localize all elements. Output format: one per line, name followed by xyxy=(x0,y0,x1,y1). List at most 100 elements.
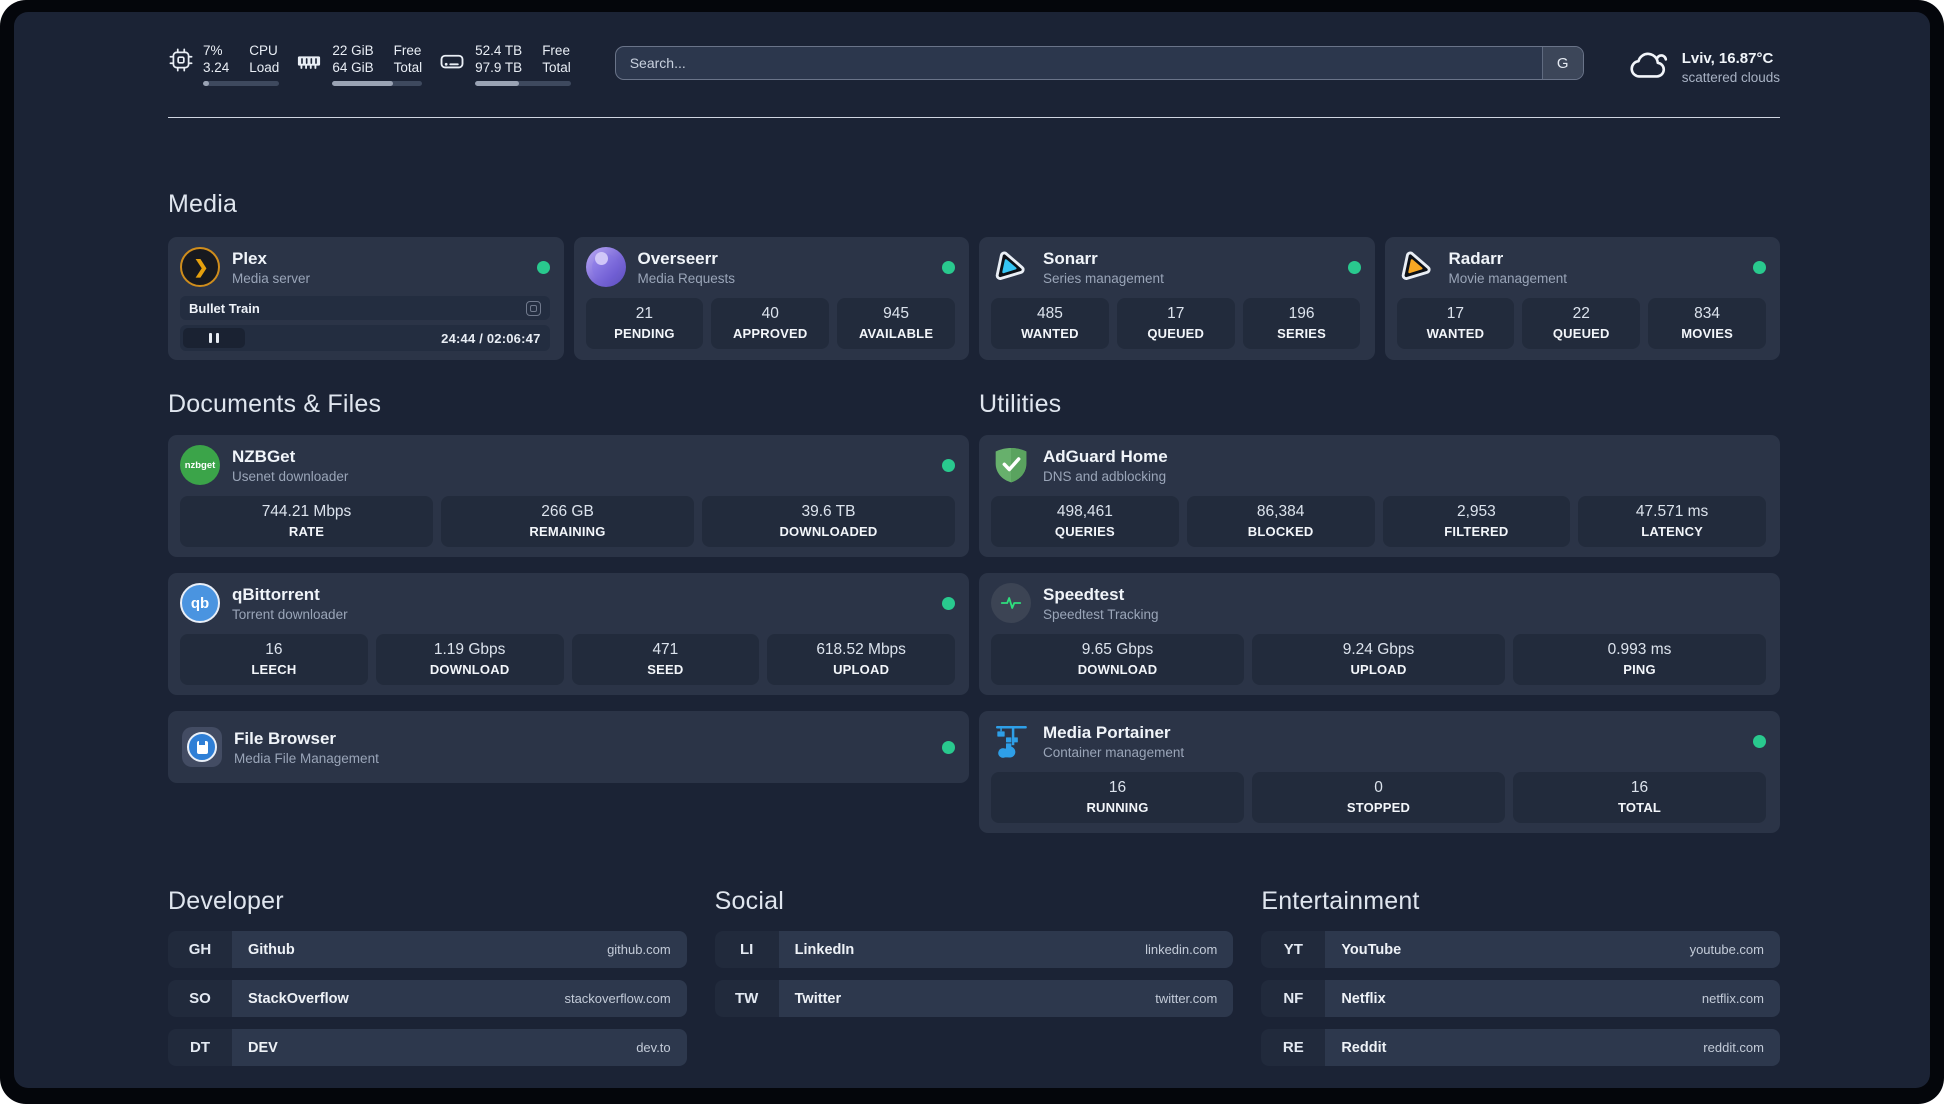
top-bar: 7% 3.24 CPU Load 22 GiB 64 GiB Free Tota… xyxy=(168,42,1780,91)
app-name: Media Portainer xyxy=(1043,722,1171,742)
app-name: NZBGet xyxy=(232,446,296,466)
bookmark-link[interactable]: TW Twitter twitter.com xyxy=(714,980,1234,1017)
stat-tile: 17 QUEUED xyxy=(1116,298,1235,349)
app-card-filebrowser[interactable]: File Browser Media File Management xyxy=(168,711,969,783)
stat-value: 471 xyxy=(652,641,679,658)
media-card-grid: ❯ Plex Media server Bullet Train 24:44 /… xyxy=(168,237,1780,360)
ram-icon xyxy=(295,47,323,75)
plex-session-progress: 24:44 / 02:06:47 xyxy=(180,325,550,351)
header-divider xyxy=(168,117,1780,118)
stat-tile: 9.65 Gbps DOWNLOAD xyxy=(991,634,1244,685)
app-card-overseerr[interactable]: Overseerr Media Requests 21 PENDING 40 A… xyxy=(573,237,969,360)
stat-value: 0.993 ms xyxy=(1607,641,1672,658)
bookmark-url: stackoverflow.com xyxy=(564,991,671,1006)
app-name: Overseerr xyxy=(637,248,718,268)
stat-tile: 9.24 Gbps UPLOAD xyxy=(1252,634,1505,685)
app-card-radarr[interactable]: Radarr Movie management 17 WANTED 22 QUE… xyxy=(1384,237,1780,360)
bookmark-link[interactable]: RE Reddit reddit.com xyxy=(1261,1029,1780,1066)
plex-session: Bullet Train xyxy=(180,296,550,320)
bookmark-name: LinkedIn xyxy=(794,941,855,958)
bookmark-name: Github xyxy=(248,941,295,958)
social-section: Social LI LinkedIn linkedin.com TW Twitt… xyxy=(714,887,1234,1066)
section-title-documents: Documents & Files xyxy=(168,390,382,418)
app-card-speedtest[interactable]: Speedtest Speedtest Tracking 9.65 Gbps D… xyxy=(979,573,1780,695)
stat-tile: 744.21 Mbps RATE xyxy=(180,496,433,547)
stat-value: 9.65 Gbps xyxy=(1081,641,1154,658)
stat-value: 498,461 xyxy=(1056,503,1113,520)
stat-value: 17 xyxy=(1167,305,1185,322)
stat-tile: 0 STOPPED xyxy=(1252,772,1505,823)
disk-total-value: 97.9 TB xyxy=(475,60,523,75)
disk-free-label: Free xyxy=(542,43,570,58)
stat-label: TOTAL xyxy=(1617,800,1662,815)
qbittorrent-icon: qb xyxy=(180,583,220,623)
stat-value: 39.6 TB xyxy=(801,503,856,520)
stat-value: 834 xyxy=(1694,305,1720,322)
weather-condition: scattered clouds xyxy=(1681,69,1780,85)
stat-value: 16 xyxy=(265,641,283,658)
search-bar[interactable]: G xyxy=(614,46,1584,80)
bookmark-abbr: DT xyxy=(168,1029,232,1066)
bookmark-link[interactable]: NF Netflix netflix.com xyxy=(1261,980,1780,1017)
cloud-icon xyxy=(1628,44,1670,91)
stat-value: 16 xyxy=(1630,779,1649,796)
stat-tiles: 744.21 Mbps RATE 266 GB REMAINING 39.6 T… xyxy=(180,496,955,547)
sonarr-icon xyxy=(991,247,1031,287)
stat-tile: 196 SERIES xyxy=(1242,298,1361,349)
bookmark-url: reddit.com xyxy=(1703,1040,1764,1055)
stat-tile: 0.993 ms PING xyxy=(1513,634,1766,685)
stat-label: BLOCKED xyxy=(1247,524,1314,539)
app-card-sonarr[interactable]: Sonarr Series management 485 WANTED 17 Q… xyxy=(979,237,1375,360)
stat-label: PING xyxy=(1623,662,1656,677)
status-dot xyxy=(942,458,955,472)
app-card-nzbget[interactable]: nzbget NZBGet Usenet downloader 744.21 M… xyxy=(168,435,969,557)
disk-total-label: Total xyxy=(542,60,571,75)
cpu-label: CPU xyxy=(249,43,278,58)
stat-tile: 86,384 BLOCKED xyxy=(1186,496,1375,547)
developer-bookmarks: GH Github github.com SO StackOverflow st… xyxy=(168,931,687,1066)
system-stats: 7% 3.24 CPU Load 22 GiB 64 GiB Free Tota… xyxy=(168,42,571,86)
app-name: File Browser xyxy=(234,728,337,748)
session-time: 24:44 / 02:06:47 xyxy=(441,330,541,346)
stat-label: STOPPED xyxy=(1346,800,1411,815)
app-description: Container management xyxy=(1043,744,1185,760)
app-card-portainer[interactable]: Media Portainer Container management 16 … xyxy=(979,711,1780,833)
overseerr-icon xyxy=(585,247,626,287)
stat-value: 86,384 xyxy=(1256,503,1305,520)
stat-value: 40 xyxy=(761,305,779,322)
bookmark-link[interactable]: LI LinkedIn linkedin.com xyxy=(714,931,1234,968)
search-provider-button[interactable]: G xyxy=(1541,47,1583,79)
app-name: AdGuard Home xyxy=(1043,446,1168,466)
bookmark-link[interactable]: GH Github github.com xyxy=(168,931,687,968)
stat-label: SEED xyxy=(647,662,684,677)
stat-tiles: 485 WANTED 17 QUEUED 196 SERIES xyxy=(991,298,1361,349)
stat-label: APPROVED xyxy=(732,326,808,341)
pause-button[interactable] xyxy=(183,328,245,348)
bookmark-url: dev.to xyxy=(636,1040,671,1055)
app-card-plex[interactable]: ❯ Plex Media server Bullet Train 24:44 /… xyxy=(168,237,564,360)
app-description: Torrent downloader xyxy=(232,606,348,622)
app-card-qbittorrent[interactable]: qb qBittorrent Torrent downloader 16 LEE… xyxy=(168,573,969,695)
status-dot xyxy=(942,260,955,274)
stat-tiles: 9.65 Gbps DOWNLOAD 9.24 Gbps UPLOAD 0.99… xyxy=(991,634,1766,685)
stat-value: 0 xyxy=(1374,779,1383,796)
app-card-adguard[interactable]: AdGuard Home DNS and adblocking 498,461 … xyxy=(979,435,1780,557)
disk-progress-bar xyxy=(475,81,571,86)
stat-tile: 266 GB REMAINING xyxy=(441,496,694,547)
bookmark-url: linkedin.com xyxy=(1145,942,1218,957)
search-input[interactable] xyxy=(615,47,1542,79)
bookmark-link[interactable]: YT YouTube youtube.com xyxy=(1261,931,1780,968)
app-description: Usenet downloader xyxy=(232,468,349,484)
speedtest-icon xyxy=(991,583,1031,623)
stat-label: LEECH xyxy=(251,662,297,677)
weather-location: Lviv, 16.87°C xyxy=(1681,49,1774,67)
bookmark-abbr: LI xyxy=(714,931,779,968)
bookmark-link[interactable]: DT DEV dev.to xyxy=(168,1029,687,1066)
bookmark-link[interactable]: SO StackOverflow stackoverflow.com xyxy=(168,980,687,1017)
cpu-stat: 7% 3.24 CPU Load xyxy=(168,42,280,86)
session-settings-icon[interactable] xyxy=(525,300,541,316)
stat-label: RATE xyxy=(288,524,325,539)
ram-free-label: Free xyxy=(393,43,422,58)
documents-column: Documents & Files nzbget NZBGet Usenet d… xyxy=(168,390,969,783)
disk-icon xyxy=(438,47,466,75)
